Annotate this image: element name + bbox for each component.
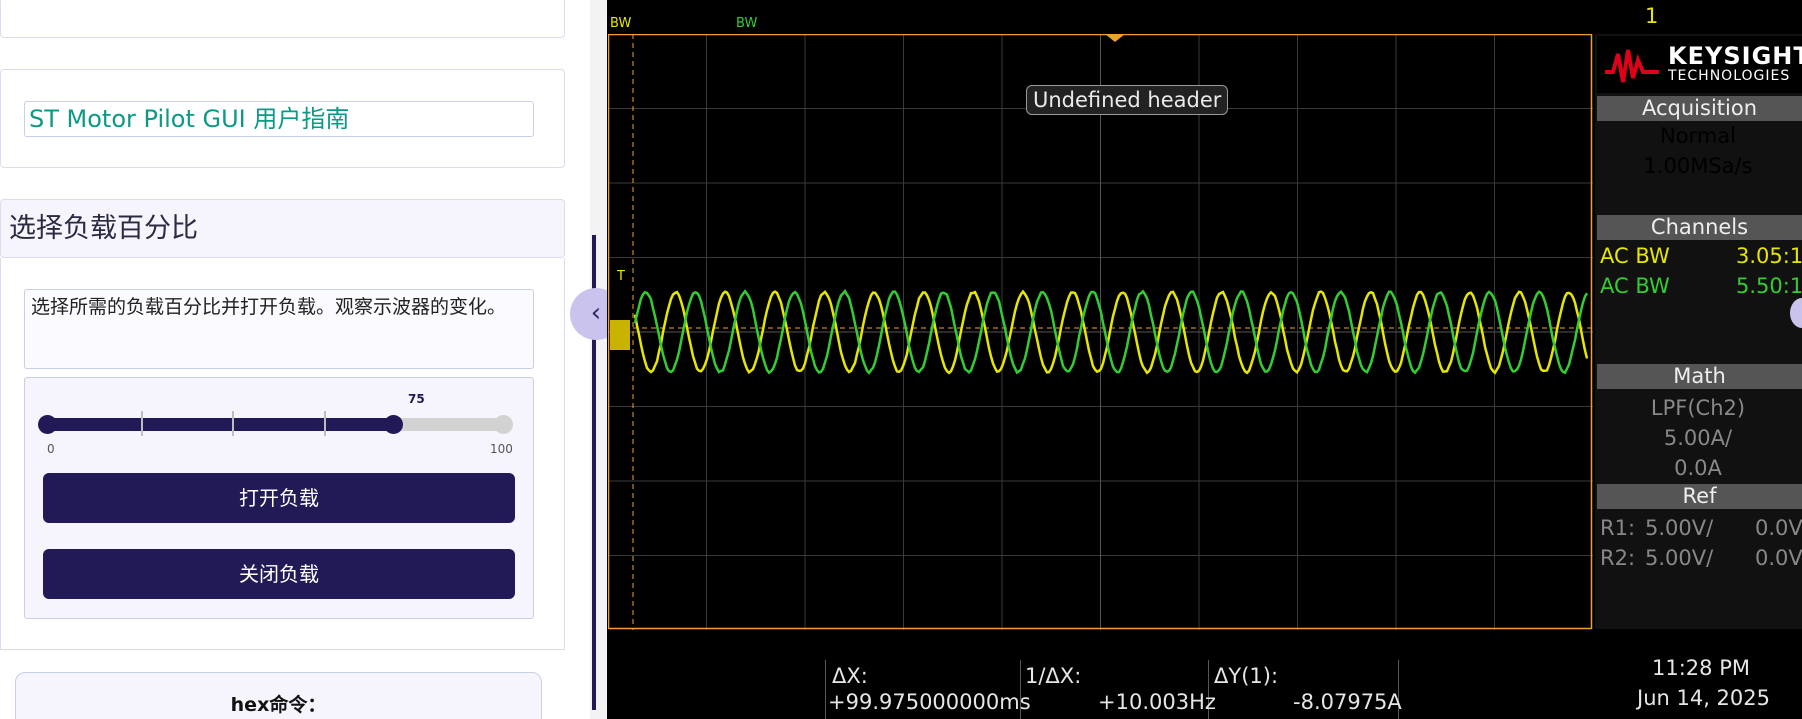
ref1-offset: 0.0V bbox=[1755, 516, 1802, 540]
graticule bbox=[608, 34, 1593, 630]
ref2-scale: 5.00V/ bbox=[1645, 546, 1713, 570]
ch2-coupling: AC BW bbox=[1600, 274, 1670, 298]
load-slider-fill bbox=[48, 418, 393, 431]
clock-date: Jun 14, 2025 bbox=[1637, 686, 1770, 710]
run-state: Stop bbox=[1497, 4, 1545, 28]
inv-delta-x-value: +10.003Hz bbox=[1098, 690, 1216, 714]
guide-panel: ST Motor Pilot GUI 用户指南 选择负载百分比 选择所需的负载百… bbox=[0, 0, 590, 719]
brand-name: KEYSIGHT bbox=[1668, 42, 1802, 70]
clock-time: 11:28 PM bbox=[1652, 656, 1750, 680]
prev-section-card bbox=[0, 0, 565, 38]
sample-rate: 1.00MSa/s bbox=[1598, 154, 1798, 178]
chevron-left-icon: ‹ bbox=[591, 298, 601, 328]
delta-x-value: +99.975000000ms bbox=[828, 690, 1031, 714]
math-function: LPF(Ch2) bbox=[1598, 396, 1798, 420]
trigger-edge-icon: ⨍ bbox=[1604, 4, 1615, 28]
ch2-probe-ratio: 5.50:1 bbox=[1736, 274, 1802, 298]
waveform-display: T bbox=[608, 34, 1593, 630]
close-load-button[interactable]: 关闭负载 bbox=[43, 549, 515, 599]
ch1-bw-badge: BW bbox=[610, 8, 631, 32]
slider-min-label: 0 bbox=[47, 442, 55, 456]
delta-x-label: ΔX: bbox=[832, 664, 868, 688]
hex-command-card: hex命令： bbox=[15, 672, 542, 719]
splitter-bar[interactable] bbox=[590, 0, 608, 719]
trigger-level: 1.00A bbox=[1712, 4, 1773, 28]
trigger-level-marker: T bbox=[616, 269, 625, 284]
timebase: 10.00ꟸ/ bbox=[1358, 4, 1437, 28]
inv-delta-x-label: 1/ΔX: bbox=[1025, 664, 1081, 688]
load-section-title: 选择负载百分比 bbox=[0, 199, 565, 258]
slider-tick bbox=[141, 411, 143, 436]
math-header: Math bbox=[1597, 364, 1802, 389]
load-slider-thumb[interactable] bbox=[384, 415, 403, 434]
open-load-button[interactable]: 打开负载 bbox=[43, 473, 515, 523]
math-scale: 5.00A/ bbox=[1598, 426, 1798, 450]
delta-y-label: ΔY(1): bbox=[1214, 664, 1278, 688]
ch2-bw-badge: BW bbox=[736, 8, 757, 32]
trigger-delay: -600.0ꟸ bbox=[1237, 4, 1317, 28]
load-description: 选择所需的负载百分比并打开负载。观察示波器的变化。 bbox=[24, 289, 534, 369]
math-offset: 0.0A bbox=[1598, 456, 1798, 480]
ref1-scale: 5.00V/ bbox=[1645, 516, 1713, 540]
slider-tick bbox=[232, 411, 234, 436]
ref1-label: R1: bbox=[1600, 516, 1635, 540]
trigger-channel: 1 bbox=[1645, 4, 1658, 28]
slider-max-label: 100 bbox=[490, 442, 513, 456]
slider-min-dot bbox=[38, 415, 57, 434]
ch1-coupling: AC BW bbox=[1600, 244, 1670, 268]
slider-value-label: 75 bbox=[408, 392, 425, 406]
acquisition-header: Acquisition bbox=[1597, 96, 1802, 121]
brand-subtitle: TECHNOLOGIES bbox=[1668, 68, 1790, 84]
meas-divider bbox=[825, 660, 826, 719]
ref-header: Ref bbox=[1597, 484, 1802, 509]
trigger-position-marker bbox=[1105, 34, 1125, 42]
channels-header: Channels bbox=[1597, 215, 1802, 240]
user-guide-link[interactable]: ST Motor Pilot GUI 用户指南 bbox=[24, 101, 534, 137]
delta-y-value: -8.07975A bbox=[1293, 690, 1402, 714]
ch1-probe-ratio: 3.05:1 bbox=[1736, 244, 1802, 268]
ref2-offset: 0.0V bbox=[1755, 546, 1802, 570]
hex-command-title: hex命令： bbox=[16, 690, 541, 717]
ch1-scale: 2.00A/ bbox=[648, 4, 716, 28]
keysight-wave-icon bbox=[1603, 42, 1663, 88]
slider-max-dot bbox=[494, 415, 513, 434]
slider-tick bbox=[324, 411, 326, 436]
undefined-header-label: Undefined header bbox=[1026, 85, 1228, 115]
ref2-label: R2: bbox=[1600, 546, 1635, 570]
ground-marker bbox=[610, 320, 630, 350]
acquisition-mode: Normal bbox=[1598, 124, 1798, 148]
ch2-scale: 2.00A/ bbox=[774, 4, 842, 28]
